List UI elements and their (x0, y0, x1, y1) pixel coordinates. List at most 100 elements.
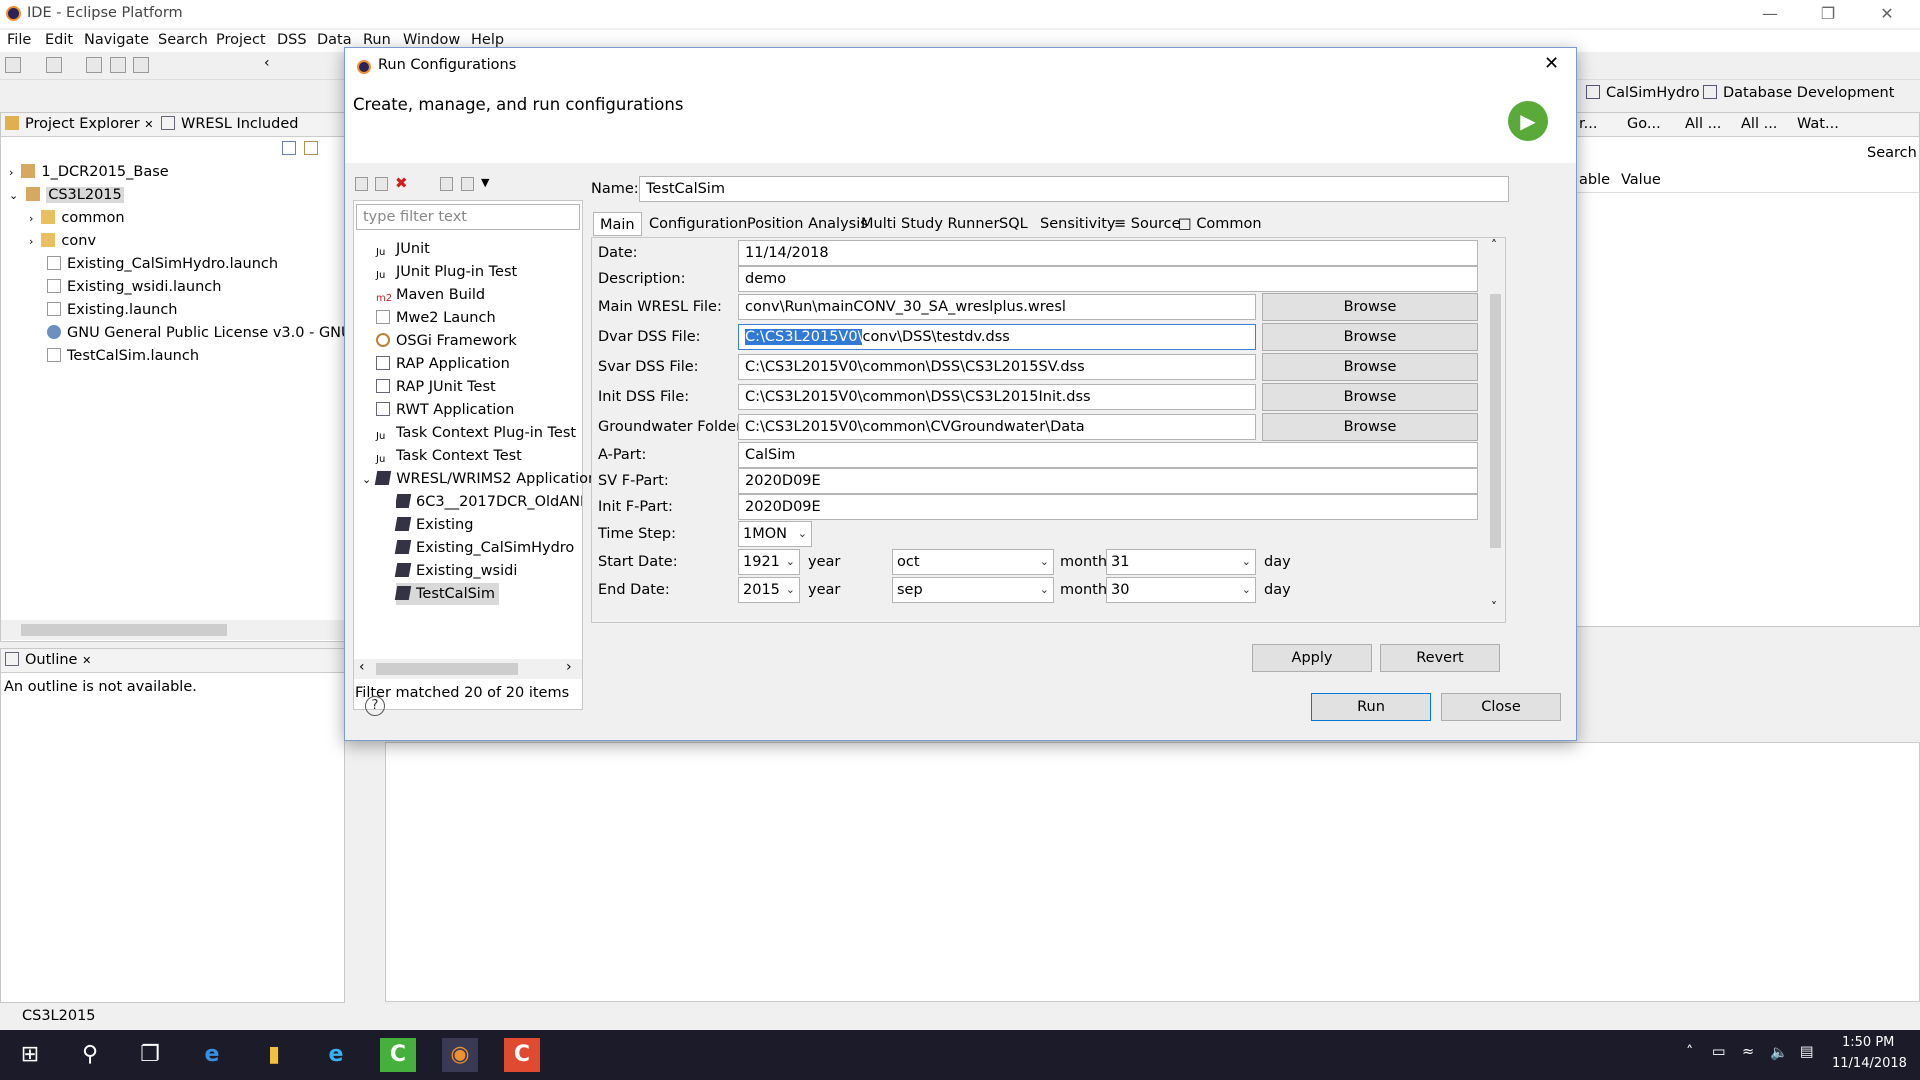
new-wizard-icon[interactable] (46, 57, 62, 73)
tree-item-file[interactable]: TestCalSim.launch (47, 345, 199, 367)
tab-main[interactable]: Main (593, 212, 642, 236)
chevron-up-icon[interactable]: ˄ (1491, 238, 1497, 252)
close-icon[interactable]: ✕ (82, 654, 91, 667)
config-item[interactable]: Ju JUnit Plug-in Test (376, 261, 517, 283)
search-label[interactable]: Search (1867, 145, 1917, 161)
internet-explorer-icon[interactable]: e (318, 1038, 354, 1072)
run-button[interactable]: Run (1311, 693, 1431, 721)
config-item[interactable]: RWT Application (376, 399, 514, 421)
menu-edit[interactable]: Edit (45, 32, 73, 48)
chevron-down-icon[interactable]: ⌄ (9, 189, 18, 202)
tab-position-analysis[interactable]: Position Analysis (741, 212, 874, 236)
tree-item-cs3l2015[interactable]: ⌄ CS3L2015 (9, 184, 124, 206)
volume-icon[interactable]: 🔈 (1770, 1044, 1788, 1061)
tree-item-dcr2015[interactable]: › 1_DCR2015_Base (9, 161, 169, 183)
battery-icon[interactable]: ▭ (1712, 1044, 1726, 1060)
start-month-select[interactable]: oct ⌄ (892, 549, 1054, 575)
windows-start-icon[interactable]: ⊞ (12, 1038, 48, 1072)
new-icon[interactable] (5, 57, 21, 73)
chevron-right-icon[interactable]: › (29, 235, 33, 248)
perspective-database-development[interactable]: Database Development (1703, 85, 1894, 101)
tab-right-3[interactable]: All ... (1685, 116, 1721, 132)
edge-icon[interactable]: e (194, 1038, 230, 1072)
svf-field[interactable]: 2020D09E (738, 468, 1478, 494)
menu-window[interactable]: Window (403, 32, 460, 48)
description-field[interactable]: demo (738, 266, 1478, 292)
filter-input[interactable]: type filter text (356, 204, 580, 230)
revert-button[interactable]: Revert (1380, 644, 1500, 672)
config-item[interactable]: m2 Maven Build (376, 284, 485, 306)
menu-data[interactable]: Data (317, 32, 352, 48)
notification-icon[interactable]: ▤ (1800, 1044, 1814, 1060)
groundwater-field[interactable]: C:\CS3L2015V0\common\CVGroundwater\Data (738, 414, 1256, 440)
svar-field[interactable]: C:\CS3L2015V0\common\DSS\CS3L2015SV.dss (738, 354, 1256, 380)
tab-wresl-included[interactable]: WRESL Included (161, 116, 298, 132)
menu-search[interactable]: Search (158, 32, 208, 48)
browse-svar-button[interactable]: Browse (1262, 353, 1478, 381)
tab-right-5[interactable]: Wat... (1797, 116, 1839, 132)
menu-help[interactable]: Help (471, 32, 504, 48)
menu-project[interactable]: Project (216, 32, 266, 48)
chevron-right-icon[interactable]: › (566, 659, 572, 675)
collapse-all-icon[interactable] (282, 141, 296, 155)
delete-icon[interactable]: ✖ (395, 174, 408, 192)
collapse-icon[interactable] (440, 177, 453, 191)
close-icon[interactable]: ✕ (144, 118, 153, 131)
config-item[interactable]: OSGi Framework (376, 330, 517, 352)
save-all-icon[interactable] (110, 57, 126, 73)
browse-wresl-button[interactable]: Browse (1262, 293, 1478, 321)
start-day-select[interactable]: 31 ⌄ (1106, 549, 1256, 575)
chevron-up-icon[interactable]: ˄ (1686, 1044, 1693, 1060)
config-group-wresl[interactable]: ⌄ WRESL/WRIMS2 Application (362, 468, 597, 490)
tab-sql[interactable]: SQL (993, 212, 1034, 236)
init-field[interactable]: C:\CS3L2015V0\common\DSS\CS3L2015Init.ds… (738, 384, 1256, 410)
duplicate-icon[interactable] (375, 177, 388, 191)
tree-item-file[interactable]: Existing_CalSimHydro.launch (47, 253, 278, 275)
new-config-icon[interactable] (355, 177, 368, 191)
search-icon[interactable]: ⚲ (72, 1038, 108, 1072)
chevron-right-icon[interactable]: › (29, 212, 33, 225)
restore-button[interactable]: ❐ (1805, 0, 1851, 28)
config-item[interactable]: Ju JUnit (376, 238, 430, 260)
scroll-thumb[interactable] (1490, 294, 1501, 548)
app-c-green-icon[interactable]: C (380, 1038, 416, 1072)
tab-multi-study-runner[interactable]: Multi Study Runner (855, 212, 1005, 236)
tree-item-file[interactable]: Existing_wsidi.launch (47, 276, 221, 298)
tab-common[interactable]: □ Common (1172, 212, 1268, 236)
clock-time[interactable]: 1:50 PM (1842, 1035, 1894, 1050)
end-month-select[interactable]: sep ⌄ (892, 577, 1054, 603)
menu-file[interactable]: File (7, 32, 31, 48)
form-vertical-scrollbar[interactable]: ˄ ˅ (1486, 238, 1505, 622)
apart-field[interactable]: CalSim (738, 442, 1478, 468)
chevron-down-icon[interactable]: ⌄ (362, 473, 371, 486)
config-item[interactable]: Ju Task Context Plug-in Test (376, 422, 576, 444)
file-explorer-icon[interactable]: ▮ (256, 1038, 292, 1072)
tab-right-1[interactable]: r... (1579, 116, 1597, 132)
chevron-down-icon[interactable]: ˅ (1491, 600, 1497, 614)
tab-right-2[interactable]: Go... (1627, 116, 1661, 132)
initf-field[interactable]: 2020D09E (738, 494, 1478, 520)
timestep-select[interactable]: 1MON ⌄ (738, 521, 812, 547)
close-icon[interactable]: ✕ (1544, 53, 1559, 74)
close-window-button[interactable]: ✕ (1864, 0, 1910, 28)
config-item[interactable]: 6C3__2017DCR_OldANN_New (396, 491, 582, 513)
date-field[interactable]: 11/14/2018 (738, 240, 1478, 266)
browse-groundwater-button[interactable]: Browse (1262, 413, 1478, 441)
chevron-left-icon[interactable]: ‹ (359, 659, 365, 675)
help-icon[interactable]: ? (365, 696, 385, 716)
perspective-calsimhydro[interactable]: CalSimHydro (1586, 85, 1700, 101)
tab-right-4[interactable]: All ... (1741, 116, 1777, 132)
start-year-select[interactable]: 1921 ⌄ (738, 549, 800, 575)
config-item[interactable]: Existing (394, 514, 473, 536)
tab-configuration[interactable]: Configuration (643, 212, 753, 236)
config-item[interactable]: RAP Application (376, 353, 510, 375)
minimize-button[interactable]: — (1747, 0, 1793, 28)
chevron-right-icon[interactable]: › (9, 166, 13, 179)
config-item[interactable]: RAP JUnit Test (376, 376, 496, 398)
menu-run[interactable]: Run (363, 32, 391, 48)
tab-project-explorer[interactable]: Project Explorer ✕ (5, 116, 153, 132)
config-item[interactable]: Ju Task Context Test (376, 445, 522, 467)
wresl-field[interactable]: conv\Run\mainCONV_30_SA_wreslplus.wresl (738, 294, 1256, 320)
dvar-field[interactable]: C:\CS3L2015V0\conv\DSS\testdv.dss (738, 324, 1256, 350)
task-view-icon[interactable]: ❐ (132, 1038, 168, 1072)
